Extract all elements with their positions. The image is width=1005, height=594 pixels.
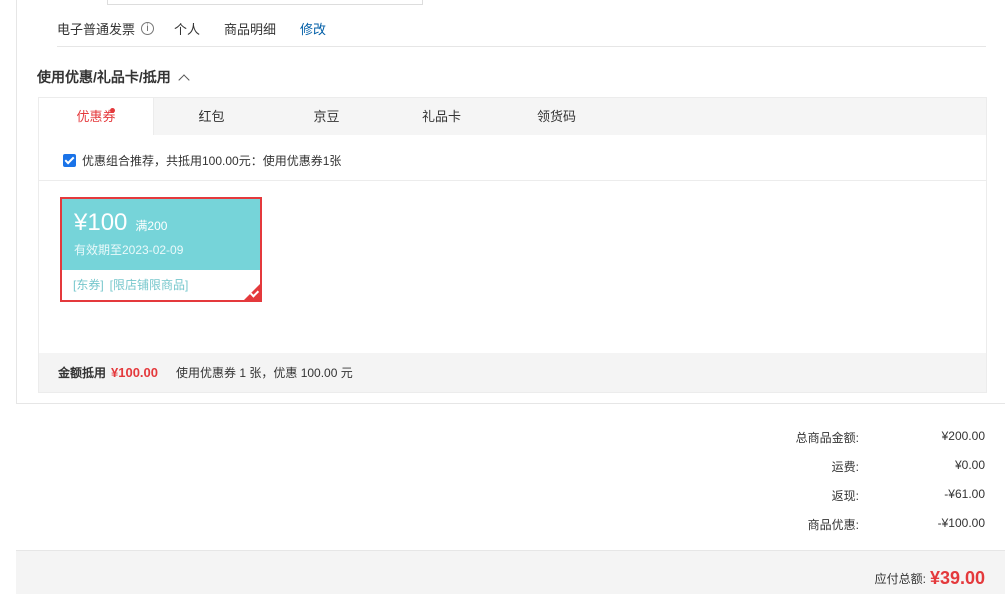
info-icon[interactable]: i: [141, 21, 155, 35]
deduction-amount: ¥100.00: [111, 365, 159, 380]
recommend-checkbox[interactable]: [63, 154, 76, 167]
coupon-expiry: 有效期至2023-02-09: [74, 243, 184, 257]
payable-bar: 应付总额: ¥39.00: [16, 550, 1005, 594]
new-dot-icon: [110, 108, 115, 113]
discount-section-title: 使用优惠/礼品卡/抵用: [37, 69, 171, 85]
goods-discount-row: 商品优惠: -¥100.00: [739, 516, 985, 532]
cashback-value: -¥61.00: [944, 487, 985, 501]
goods-discount-value: -¥100.00: [937, 516, 985, 530]
discount-section-toggle[interactable]: 使用优惠/礼品卡/抵用: [37, 67, 190, 87]
tab-label: 京豆: [313, 109, 340, 124]
deduction-detail: 使用优惠券 1 张，优惠 100.00 元: [176, 366, 353, 380]
goods-total-label: 总商品金额:: [795, 431, 859, 445]
tab-coupons[interactable]: 优惠券: [39, 98, 154, 135]
tab-jingdou[interactable]: 京豆: [269, 98, 384, 135]
tab-red-packet[interactable]: 红包: [154, 98, 269, 135]
divider: [39, 180, 986, 181]
chevron-up-icon: [178, 73, 190, 86]
invoice-title: 个人: [174, 21, 201, 37]
discount-tabs: 优惠券 红包 京豆 礼品卡 领货码: [39, 98, 986, 135]
discount-footer: 金额抵用 ¥100.00 使用优惠券 1 张，优惠 100.00 元: [39, 353, 986, 392]
discount-box: 优惠券 红包 京豆 礼品卡 领货码 优惠组合推荐，共抵用100.00元：使用优惠…: [38, 97, 987, 393]
divider: [57, 46, 986, 47]
coupon-tags: [东券] [限店铺限商品]: [62, 270, 261, 301]
coupon-tag: [东券]: [73, 278, 104, 292]
invoice-edit-link[interactable]: 修改: [300, 19, 326, 38]
tab-label: 领货码: [536, 109, 576, 124]
invoice-row: 电子普通发票 i 个人 商品明细 修改: [57, 18, 326, 38]
invoice-type: 电子普通发票: [57, 21, 136, 37]
shipping-label: 运费:: [831, 460, 859, 474]
goods-total-value: ¥200.00: [941, 429, 985, 443]
coupon-card[interactable]: ¥100 满200 有效期至2023-02-09 [东券] [限店铺限商品]: [60, 197, 262, 302]
payable-row: 应付总额: ¥39.00: [875, 568, 985, 589]
order-settings-panel: 电子普通发票 i 个人 商品明细 修改 使用优惠/礼品卡/抵用 优惠券 红包 京…: [16, 0, 1005, 404]
tab-label: 红包: [198, 109, 225, 124]
coupon-amount: ¥100: [74, 209, 128, 236]
payable-label: 应付总额:: [874, 572, 926, 586]
cashback-label: 返现:: [831, 489, 859, 503]
shipping-row: 运费: ¥0.00: [739, 458, 985, 474]
invoice-content: 商品明细: [224, 21, 277, 37]
goods-total-row: 总商品金额: ¥200.00: [739, 429, 985, 445]
coupon-threshold: 满200: [135, 219, 168, 233]
tab-pickup-code[interactable]: 领货码: [499, 98, 614, 135]
shipping-value: ¥0.00: [954, 458, 985, 472]
cashback-row: 返现: -¥61.00: [739, 487, 985, 503]
coupon-amount-row: ¥100 满200: [74, 209, 248, 237]
deduction-label: 金额抵用: [58, 366, 107, 380]
recommendation-text: 优惠组合推荐，共抵用100.00元：使用优惠券1张: [82, 154, 342, 168]
tab-gift-card[interactable]: 礼品卡: [384, 98, 499, 135]
tab-label: 礼品卡: [421, 109, 461, 124]
coupon-face: ¥100 满200 有效期至2023-02-09: [62, 199, 260, 270]
goods-discount-label: 商品优惠:: [807, 518, 859, 532]
recommendation-row: 优惠组合推荐，共抵用100.00元：使用优惠券1张: [63, 152, 341, 169]
coupon-tag: [限店铺限商品]: [109, 278, 189, 292]
payable-value: ¥39.00: [929, 568, 985, 588]
